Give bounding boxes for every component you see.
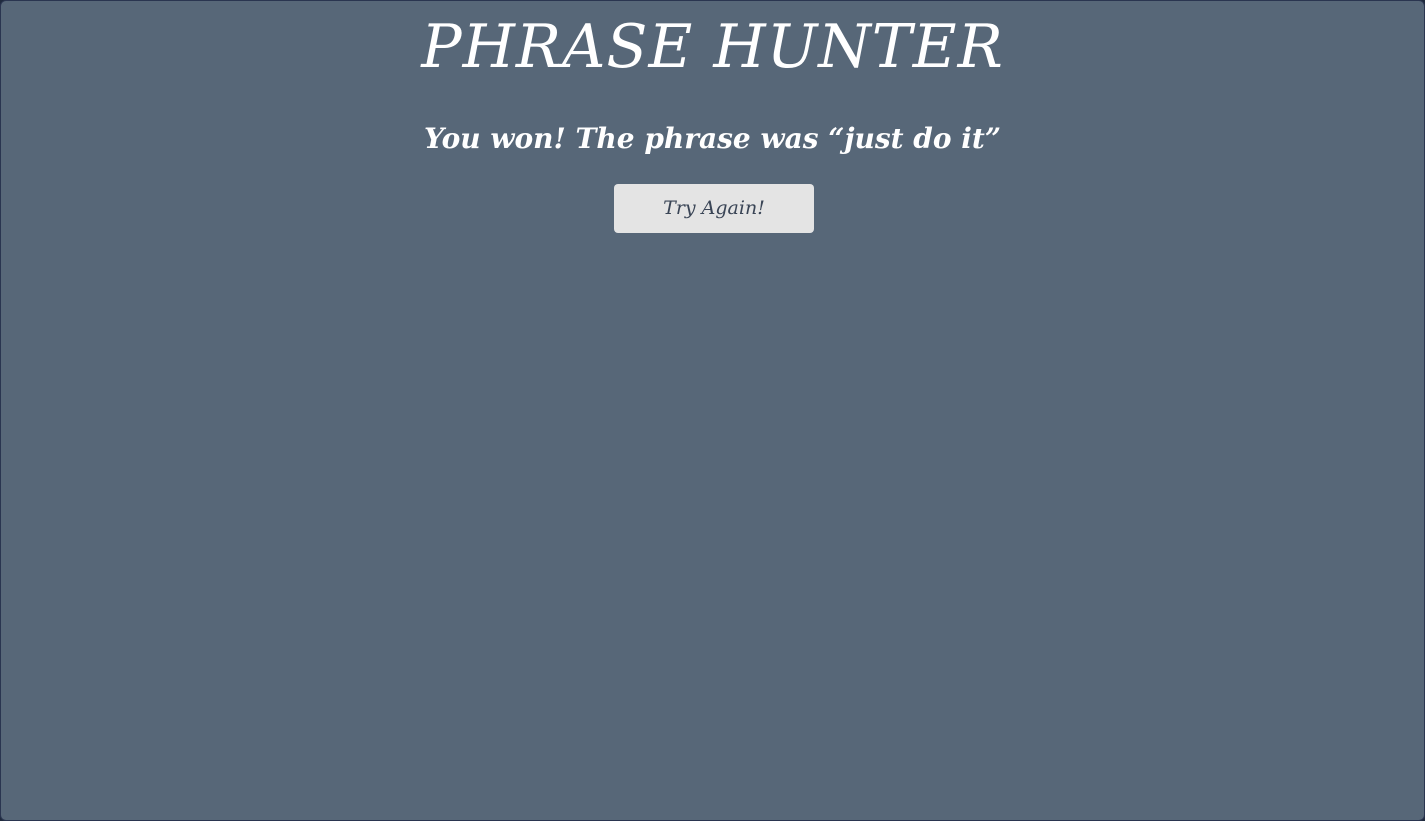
game-title: PHRASE HUNTER [421,12,1004,82]
game-screen: PHRASE HUNTER You won! The phrase was “j… [0,0,1425,821]
try-again-button[interactable]: Try Again! [614,184,814,233]
result-message: You won! The phrase was “just do it” [424,122,1001,155]
